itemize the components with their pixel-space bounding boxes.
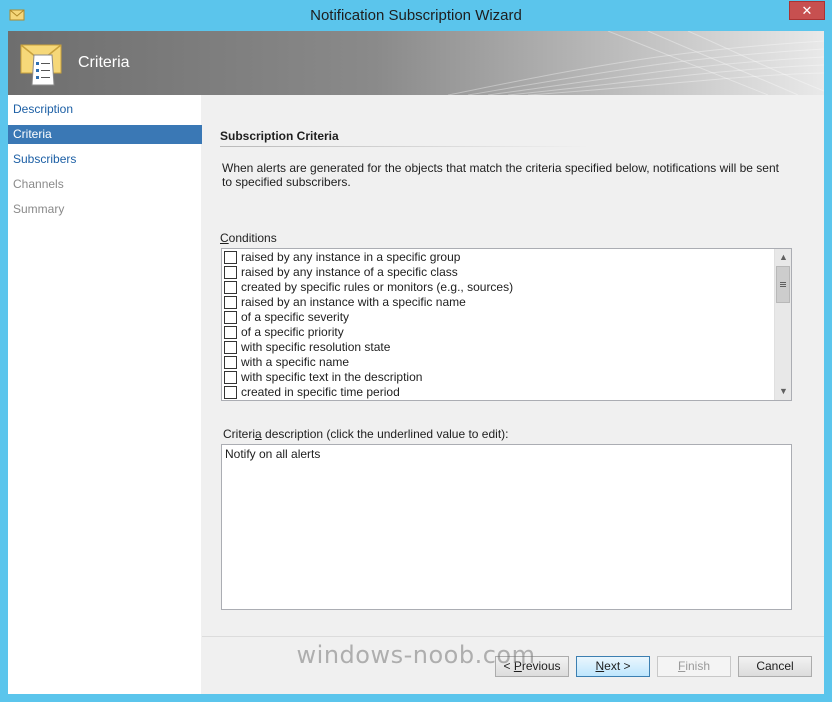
section-divider xyxy=(220,146,590,147)
condition-row[interactable]: with specific text in the description xyxy=(224,370,772,385)
condition-checkbox[interactable] xyxy=(224,296,237,309)
header-banner: Criteria xyxy=(8,31,824,95)
watermark-text: windows-noob.com xyxy=(296,641,536,669)
criteria-description-text: Notify on all alerts xyxy=(225,447,321,461)
condition-checkbox[interactable] xyxy=(224,356,237,369)
condition-checkbox[interactable] xyxy=(224,341,237,354)
nav-item-summary: Summary xyxy=(13,202,65,216)
condition-label: of a specific priority xyxy=(241,325,344,339)
condition-label: raised by any instance in a specific gro… xyxy=(241,250,461,264)
condition-row[interactable]: of a specific priority xyxy=(224,325,772,340)
condition-checkbox[interactable] xyxy=(224,311,237,324)
condition-label: with specific text in the description xyxy=(241,370,423,384)
condition-label: raised by any instance of a specific cla… xyxy=(241,265,458,279)
wizard-nav: Description Criteria Subscribers Channel… xyxy=(8,95,203,694)
scroll-thumb[interactable] xyxy=(776,266,790,303)
condition-checkbox[interactable] xyxy=(224,251,237,264)
condition-row[interactable]: raised by any instance of a specific cla… xyxy=(224,265,772,280)
condition-label: created in specific time period xyxy=(241,385,400,399)
condition-label: of a specific severity xyxy=(241,310,350,324)
condition-row[interactable]: with specific resolution state xyxy=(224,340,772,355)
conditions-scrollbar[interactable]: ▲ ▼ xyxy=(774,249,791,400)
condition-row[interactable]: with a specific name xyxy=(224,355,772,370)
close-button[interactable]: ✕ xyxy=(789,1,825,20)
scroll-down-arrow-icon[interactable]: ▼ xyxy=(775,383,792,400)
banner-wave-decoration xyxy=(447,31,824,95)
intro-text: When alerts are generated for the object… xyxy=(222,161,779,189)
condition-row[interactable]: created by specific rules or monitors (e… xyxy=(224,280,772,295)
condition-checkbox[interactable] xyxy=(224,281,237,294)
condition-label: created by specific rules or monitors (e… xyxy=(241,280,514,294)
nav-item-criteria[interactable]: Criteria xyxy=(8,125,203,144)
nav-item-subscribers[interactable]: Subscribers xyxy=(8,150,203,169)
condition-checkbox[interactable] xyxy=(224,386,237,399)
main-panel: Subscription Criteria When alerts are ge… xyxy=(202,95,824,636)
condition-row[interactable]: created in specific time period xyxy=(224,385,772,400)
condition-checkbox[interactable] xyxy=(224,326,237,339)
condition-checkbox[interactable] xyxy=(224,266,237,279)
nav-item-description[interactable]: Description xyxy=(8,100,203,119)
condition-row[interactable]: of a specific severity xyxy=(224,310,772,325)
wizard-window: Notification Subscription Wizard ✕ Crite… xyxy=(0,0,832,702)
condition-checkbox[interactable] xyxy=(224,371,237,384)
condition-row[interactable]: raised by an instance with a specific na… xyxy=(224,295,772,310)
envelope-checklist-icon xyxy=(20,44,62,86)
banner-title: Criteria xyxy=(78,54,130,71)
footer-divider xyxy=(202,636,824,637)
criteria-description-box[interactable]: Notify on all alerts xyxy=(221,444,792,610)
condition-row[interactable]: raised by any instance in a specific gro… xyxy=(224,250,772,265)
wizard-client: Criteria Description Criteria Subscriber… xyxy=(8,31,824,694)
grip-icon xyxy=(780,282,786,287)
criteria-description-label: Criteria description (click the underlin… xyxy=(223,427,509,441)
condition-label: raised by an instance with a specific na… xyxy=(241,295,466,309)
window-title: Notification Subscription Wizard xyxy=(310,7,522,24)
title-bar[interactable]: Notification Subscription Wizard ✕ xyxy=(0,0,832,31)
conditions-list[interactable]: raised by any instance in a specific gro… xyxy=(221,248,792,401)
condition-label: with specific resolution state xyxy=(241,340,391,354)
conditions-label: Conditions xyxy=(220,231,277,245)
condition-label: with a specific name xyxy=(241,355,350,369)
scroll-up-arrow-icon[interactable]: ▲ xyxy=(775,249,792,266)
section-title: Subscription Criteria xyxy=(220,129,339,143)
nav-item-channels: Channels xyxy=(13,177,64,191)
